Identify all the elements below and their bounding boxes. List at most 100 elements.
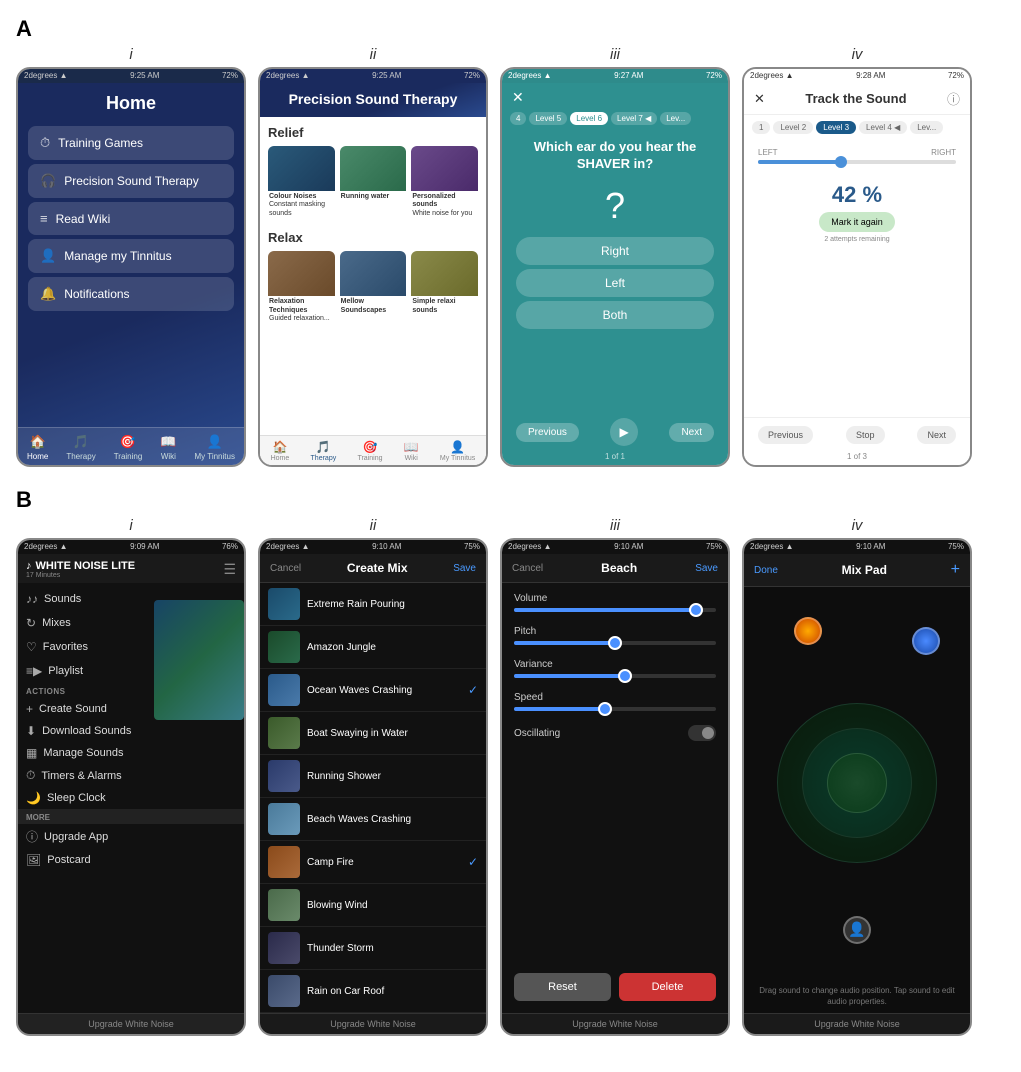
biv-mix-pad[interactable]: 👤 bbox=[744, 587, 970, 979]
bi-sidebar-item[interactable]: ♪♪Sounds bbox=[26, 587, 236, 611]
biv-done-btn[interactable]: Done bbox=[754, 565, 778, 576]
biv-add-btn[interactable]: + bbox=[951, 561, 960, 579]
aiv-close-btn[interactable]: ✕ bbox=[754, 91, 765, 107]
oscillating-toggle[interactable] bbox=[688, 725, 716, 741]
bi-sidebar-item[interactable]: ↻Mixes bbox=[26, 611, 236, 635]
aii-nav-item[interactable]: 📖Wiki bbox=[404, 440, 419, 462]
slider-fill bbox=[514, 641, 615, 645]
biii-reset-btn[interactable]: Reset bbox=[514, 973, 611, 1001]
biii-delete-btn[interactable]: Delete bbox=[619, 973, 716, 1001]
bii-sound-item[interactable]: Blowing Wind bbox=[260, 884, 486, 927]
bi-action-item[interactable]: 🌙Sleep Clock bbox=[26, 787, 236, 809]
aiii-level-tab[interactable]: Level 7 ◀ bbox=[611, 112, 657, 125]
bii-sound-item[interactable]: Ocean Waves Crashing ✓ bbox=[260, 669, 486, 712]
aiv-prev-btn[interactable]: Previous bbox=[758, 426, 813, 444]
menu-icon: 👤 bbox=[40, 248, 56, 264]
bii-sound-item[interactable]: Running Shower bbox=[260, 755, 486, 798]
sidebar-icon: ♪♪ bbox=[26, 592, 38, 606]
aii-card[interactable]: Relaxation TechniquesGuided relaxation..… bbox=[268, 251, 335, 325]
ai-nav-item[interactable]: 🎯Training bbox=[114, 434, 143, 461]
biii-cancel-btn[interactable]: Cancel bbox=[512, 563, 543, 574]
slider-track[interactable] bbox=[514, 707, 716, 711]
slider-fill bbox=[514, 608, 696, 612]
aiv-level-tab[interactable]: Level 3 bbox=[816, 121, 856, 134]
slider-track[interactable] bbox=[514, 674, 716, 678]
bii-cancel-btn[interactable]: Cancel bbox=[270, 563, 301, 574]
biv-person-dot[interactable]: 👤 bbox=[843, 916, 871, 944]
bii-sound-item[interactable]: Camp Fire ✓ bbox=[260, 841, 486, 884]
bii-sound-item[interactable]: Amazon Jungle bbox=[260, 626, 486, 669]
bi-app-title: ♪ WHITE NOISE LITE bbox=[26, 560, 135, 572]
biv-upgrade-bar[interactable]: Upgrade White Noise bbox=[744, 1013, 970, 1034]
bi-action-item[interactable]: ⬇Download Sounds bbox=[26, 720, 236, 742]
bii-sound-item[interactable]: Thunder Storm bbox=[260, 927, 486, 970]
bi-sidebar-item[interactable]: ≡▶Playlist bbox=[26, 659, 236, 683]
bii-sound-item[interactable]: Boat Swaying in Water bbox=[260, 712, 486, 755]
biii-upgrade-bar[interactable]: Upgrade White Noise bbox=[502, 1013, 728, 1034]
aii-nav-item[interactable]: 🎯Training bbox=[357, 440, 382, 462]
aii-card[interactable]: Running water bbox=[340, 146, 407, 220]
screen-b-iv: 2degrees ▲ 9:10 AM 75% Done Mix Pad + 👤 … bbox=[742, 538, 972, 1036]
aiv-slider-track[interactable] bbox=[758, 160, 956, 164]
bi-app-title-group: ♪ WHITE NOISE LITE 17 Minutes bbox=[26, 560, 135, 579]
aiv-level-tab[interactable]: Level 4 ◀ bbox=[859, 121, 907, 134]
ai-menu-item[interactable]: ⏱Training Games bbox=[28, 126, 234, 160]
aiii-close-btn[interactable]: ✕ bbox=[512, 89, 524, 106]
aiii-level-tab[interactable]: 4 bbox=[510, 112, 526, 125]
ai-nav-item[interactable]: 🏠Home bbox=[27, 434, 48, 461]
bi-action-item[interactable]: ⏱Timers & Alarms bbox=[26, 764, 236, 787]
aii-nav-item[interactable]: 👤My Tinnitus bbox=[440, 440, 475, 462]
aiv-next-btn[interactable]: Next bbox=[917, 426, 956, 444]
bi-upgrade-bar[interactable]: Upgrade White Noise bbox=[18, 1013, 244, 1034]
biv-hint-text: Drag sound to change audio position. Tap… bbox=[744, 979, 970, 1013]
aiv-level-tab[interactable]: Lev... bbox=[910, 121, 943, 134]
aii-bottom-nav: 🏠Home 🎵Therapy 🎯Training 📖Wiki 👤My Tinnitus bbox=[260, 435, 486, 465]
slider-track[interactable] bbox=[514, 608, 716, 612]
aiii-answer-btn[interactable]: Both bbox=[516, 301, 714, 329]
bii-sound-item[interactable]: Rain on Car Roof bbox=[260, 970, 486, 1013]
aii-card[interactable]: Mellow Soundscapes bbox=[340, 251, 407, 325]
bi-actions-label: ACTIONS bbox=[26, 683, 236, 698]
aiv-mark-btn[interactable]: Mark it again bbox=[819, 212, 895, 232]
aiii-next-btn[interactable]: Next bbox=[669, 423, 714, 442]
bi-more-item[interactable]: 🖼Postcard bbox=[26, 849, 236, 871]
aii-nav-item[interactable]: 🏠Home bbox=[271, 440, 290, 462]
ai-menu-item[interactable]: ≡Read Wiki bbox=[28, 202, 234, 235]
aiv-level-tab[interactable]: 1 bbox=[752, 121, 770, 134]
bii-save-btn[interactable]: Save bbox=[453, 563, 476, 574]
bii-upgrade-bar[interactable]: Upgrade White Noise bbox=[260, 1013, 486, 1034]
aii-card[interactable]: Personalized soundsWhite noise for you bbox=[411, 146, 478, 220]
aii-nav-item[interactable]: 🎵Therapy bbox=[311, 440, 337, 462]
bi-action-item[interactable]: +Create Sound bbox=[26, 698, 236, 720]
slider-track[interactable] bbox=[514, 641, 716, 645]
aiii-prev-btn[interactable]: Previous bbox=[516, 423, 579, 442]
aii-card[interactable]: Colour NoisesConstant masking sounds bbox=[268, 146, 335, 220]
ai-nav-item[interactable]: 🎵Therapy bbox=[66, 434, 95, 461]
biii-action-btns: Reset Delete bbox=[502, 973, 728, 1013]
bii-sound-item[interactable]: Extreme Rain Pouring bbox=[260, 583, 486, 626]
bi-action-item[interactable]: ▦Manage Sounds bbox=[26, 742, 236, 764]
card-image bbox=[340, 146, 407, 191]
aiii-answer-btn[interactable]: Right bbox=[516, 237, 714, 265]
aiii-play-btn[interactable]: ▶ bbox=[610, 418, 638, 446]
aii-card[interactable]: Simple relaxi sounds bbox=[411, 251, 478, 325]
aiii-level-tab[interactable]: Lev... bbox=[660, 112, 691, 125]
aiv-level-tab[interactable]: Level 2 bbox=[773, 121, 813, 134]
aiii-answer-btn[interactable]: Left bbox=[516, 269, 714, 297]
aiv-info-icon[interactable]: ⓘ bbox=[947, 89, 960, 108]
ai-menu-item[interactable]: 🎧Precision Sound Therapy bbox=[28, 164, 234, 198]
ai-nav-item[interactable]: 👤My Tinnitus bbox=[195, 434, 235, 461]
biv-fire-dot[interactable] bbox=[794, 617, 822, 645]
aiv-stop-btn[interactable]: Stop bbox=[846, 426, 885, 444]
biii-save-btn[interactable]: Save bbox=[695, 563, 718, 574]
ai-menu-item[interactable]: 🔔Notifications bbox=[28, 277, 234, 311]
ai-nav-item[interactable]: 📖Wiki bbox=[160, 434, 176, 461]
bi-more-item[interactable]: ⓘUpgrade App bbox=[26, 824, 236, 849]
bi-menu-icon[interactable]: ☰ bbox=[223, 561, 236, 578]
aiii-level-tab[interactable]: Level 5 bbox=[529, 112, 567, 125]
aiii-level-tab[interactable]: Level 6 bbox=[570, 112, 608, 125]
bi-sidebar-item[interactable]: ♡Favorites bbox=[26, 635, 236, 659]
ai-menu-item[interactable]: 👤Manage my Tinnitus bbox=[28, 239, 234, 273]
biv-water-dot[interactable] bbox=[912, 627, 940, 655]
bii-sound-item[interactable]: Beach Waves Crashing bbox=[260, 798, 486, 841]
